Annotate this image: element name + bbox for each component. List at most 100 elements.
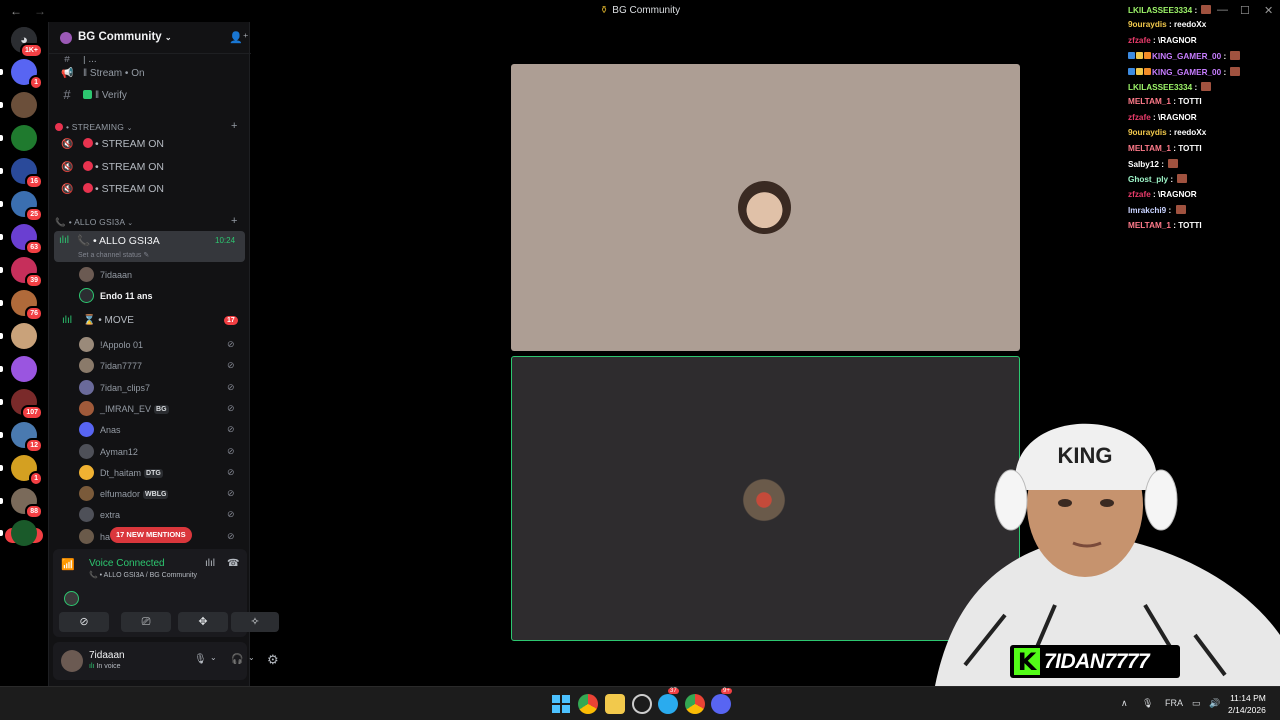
server-icon[interactable]: 16 [11, 158, 43, 189]
server-icon[interactable]: 12 [11, 422, 43, 453]
voice-username: Ayman12 [100, 446, 138, 457]
voice-user[interactable]: 7idan7777 ⊘ [79, 356, 244, 376]
system-clock[interactable]: 11:14 PM 2/14/2026 [1228, 692, 1266, 716]
windows-taskbar: 37 9+ ∧ 🎙 FRA ▭ 🔊 11:14 PM 2/14/2026 [0, 686, 1280, 720]
channel-verify[interactable]: # ‖ Verify [55, 86, 245, 106]
server-badge: 16 [25, 174, 43, 189]
signal-icon[interactable]: 📶 [61, 558, 75, 571]
server-icon[interactable]: 63 [11, 224, 43, 255]
server-icon[interactable] [11, 125, 37, 151]
chat-username: Salby12 [1128, 160, 1159, 169]
chrome-profile-icon[interactable] [685, 694, 705, 714]
channel-stream-3[interactable]: 🔇 • STREAM ON [55, 180, 245, 200]
new-mentions-pill[interactable]: 17 NEW MENTIONS [110, 527, 192, 543]
soundboard-button[interactable]: ✧ [231, 612, 279, 632]
network-icon[interactable]: ▭ [1192, 698, 1201, 709]
file-explorer-icon[interactable] [605, 694, 625, 714]
language-indicator[interactable]: FRA [1165, 698, 1183, 708]
chevron-down-icon[interactable]: ⌄ [248, 653, 255, 662]
chat-text: : [1221, 67, 1229, 77]
server-icon[interactable] [11, 520, 37, 546]
voice-user[interactable]: 7idan_clips7 ⊘ [79, 378, 244, 398]
server-icon[interactable]: 1 [11, 59, 43, 90]
server-icon[interactable] [11, 323, 37, 349]
speaker-icon: 📢 [61, 68, 74, 79]
microphone-icon[interactable]: 🎙 [194, 654, 207, 665]
server-icon[interactable]: 25 [11, 191, 43, 222]
guild-emoji-icon: ⚱ [599, 5, 609, 16]
category-allo[interactable]: 📞 • ALLO GSI3A ⌄ + [55, 215, 237, 228]
disconnect-icon[interactable]: ☎ [227, 558, 239, 569]
voice-user[interactable]: Dt_haitam DTG ⊘ [79, 463, 244, 483]
voice-channel-path[interactable]: 📞 • ALLO GSI3A / BG Community [89, 571, 197, 579]
server-icon[interactable]: 1 [11, 455, 43, 486]
voice-avatar[interactable] [64, 591, 79, 606]
chat-message: Imrakchi9 : [1128, 205, 1186, 215]
discord-icon[interactable]: 9+ [711, 688, 732, 714]
share-screen-button[interactable]: ⎚ [121, 612, 171, 632]
channel-stream-on[interactable]: 📢 ‖ Stream • On [55, 64, 245, 84]
server-icon[interactable]: 88 [11, 488, 43, 519]
speaker-muted-icon: 🔇 [61, 139, 74, 150]
minimize-icon[interactable]: — [1217, 4, 1228, 16]
voice-user[interactable]: !Appolo 01 ⊘ [79, 335, 244, 355]
voice-user[interactable]: extra ⊘ [79, 505, 244, 525]
add-channel-icon[interactable]: + [231, 120, 238, 132]
video-tile-top[interactable] [511, 64, 1020, 351]
speaker-muted-icon: 🔇 [61, 162, 74, 173]
channel-stream-2[interactable]: 🔇 • STREAM ON [55, 158, 245, 178]
tray-overflow-icon[interactable]: ∧ [1121, 698, 1128, 709]
voice-user[interactable]: Anas ⊘ [79, 420, 244, 440]
unread-pip [0, 168, 3, 174]
participant-avatar [738, 474, 790, 526]
activities-button[interactable]: ✥ [178, 612, 228, 632]
voice-username: ha [100, 531, 111, 542]
close-icon[interactable]: ✕ [1264, 4, 1273, 17]
settings-gear-icon[interactable]: ⚙ [267, 652, 279, 668]
kick-logo-icon: K [1014, 648, 1040, 676]
guild-header[interactable]: BG Community ⌄ 👤⁺ [49, 22, 251, 54]
chrome-icon[interactable] [578, 694, 598, 714]
maximize-icon[interactable]: ☐ [1240, 4, 1250, 17]
chat-text: : TOTTI [1170, 220, 1202, 230]
voice-user[interactable]: Ayman12 ⊘ [79, 442, 244, 462]
webcam-overlay: KING [895, 385, 1280, 686]
server-icon[interactable] [11, 92, 37, 118]
voice-user[interactable]: elfumador WBLG ⊘ [79, 484, 244, 504]
server-icon[interactable] [11, 356, 37, 382]
chat-message: 9ouraydis : reedoXx [1128, 128, 1206, 137]
server-icon[interactable]: 76 [11, 290, 43, 321]
server-icon[interactable]: 39 [11, 257, 43, 288]
add-channel-icon[interactable]: + [231, 215, 238, 227]
telegram-icon[interactable]: 37 [658, 688, 679, 714]
unread-pip [0, 102, 3, 108]
channel-move[interactable]: ılıl ⌛ • MOVE 17 [55, 311, 245, 331]
headphones-icon[interactable]: 🎧 [231, 654, 243, 665]
voice-user[interactable]: Endo 11 ans [79, 286, 244, 306]
channel-stream-1[interactable]: 🔇 • STREAM ON [55, 135, 245, 155]
chat-badge-icon [1136, 52, 1143, 60]
chat-text: : [1168, 175, 1176, 185]
obs-icon[interactable] [632, 694, 652, 714]
category-streaming[interactable]: • STREAMING ⌄ + [55, 120, 237, 132]
voice-user[interactable]: _IMRAN_EV BG ⊘ [79, 399, 244, 419]
invite-people-icon[interactable]: 👤⁺ [229, 31, 249, 44]
chevron-down-icon[interactable]: ⌄ [210, 653, 217, 662]
server-icon[interactable]: 107 [11, 389, 43, 420]
chat-username: MELTAM_1 [1128, 143, 1171, 153]
microphone-tray-icon[interactable]: 🎙 [1142, 698, 1153, 709]
camera-off-button[interactable]: ⊘ [59, 612, 109, 632]
voice-status-panel: 📶 Voice Connected 📞 • ALLO GSI3A / BG Co… [53, 549, 279, 637]
start-windows-icon[interactable] [551, 694, 571, 714]
chat-badge-icon [1144, 52, 1151, 60]
server-rail: ◕ 1K+ NEW 1162563397610712188 [0, 22, 48, 686]
avatar[interactable] [61, 650, 83, 672]
active-voice-channel[interactable]: ılıl 📞 • ALLO GSI3A 10:24 Set a channel … [54, 231, 245, 262]
home-button[interactable]: ◕ 1K+ [11, 27, 43, 58]
server-badge: 107 [21, 405, 43, 420]
volume-icon[interactable]: 🔊 [1209, 698, 1220, 709]
voice-user[interactable]: 7idaaan [79, 265, 244, 285]
chat-text: : reedoXx [1166, 20, 1207, 30]
noise-suppression-icon[interactable]: ılıl [205, 558, 215, 569]
set-channel-status[interactable]: Set a channel status ✎ [78, 251, 149, 259]
